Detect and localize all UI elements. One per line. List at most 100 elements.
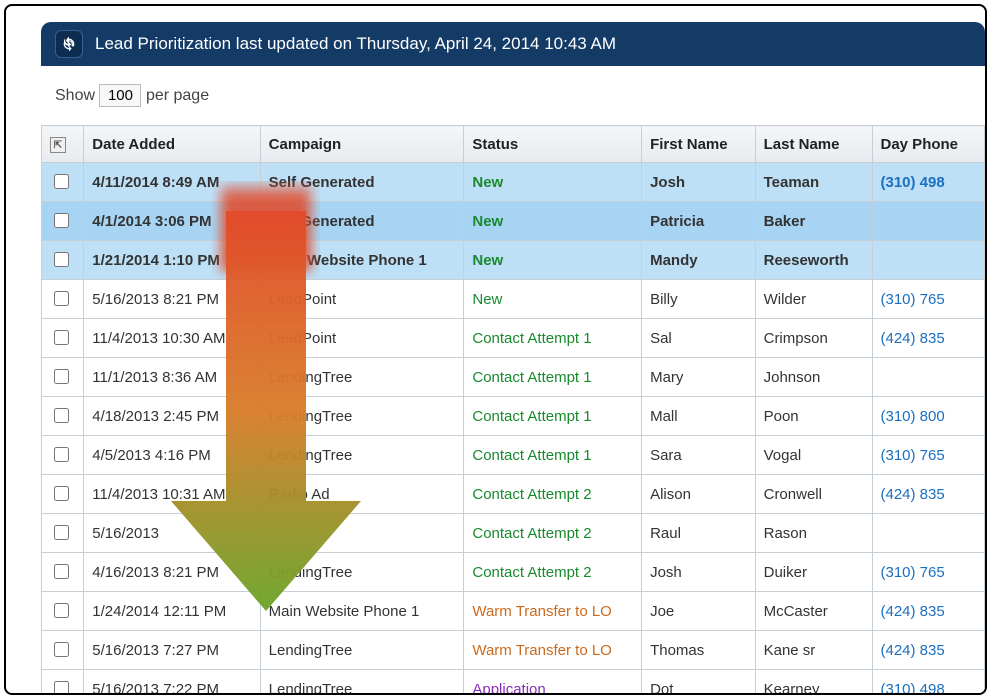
phone-link[interactable]: (424) 835 [881, 603, 945, 620]
cell-status: Contact Attempt 2 [464, 475, 642, 514]
cell-campaign: Self Generated [260, 202, 464, 241]
col-campaign[interactable]: Campaign [260, 126, 464, 163]
row-checkbox-cell [42, 163, 84, 202]
cell-date-added: 1/24/2014 12:11 PM [84, 592, 260, 631]
cell-date-added: 11/4/2013 10:30 AM [84, 319, 260, 358]
cell-date-added: 5/16/2013 7:22 PM [84, 670, 260, 696]
cell-day-phone: (424) 835 [872, 475, 985, 514]
phone-link[interactable]: (310) 765 [881, 447, 945, 464]
row-checkbox[interactable] [54, 525, 69, 540]
table-row[interactable]: 5/16/2013 7:27 PMLendingTreeWarm Transfe… [42, 631, 985, 670]
row-checkbox-cell [42, 592, 84, 631]
cell-last-name: Wilder [755, 280, 872, 319]
cell-status: Warm Transfer to LO [464, 631, 642, 670]
row-checkbox[interactable] [54, 408, 69, 423]
row-checkbox-cell [42, 202, 84, 241]
table-row[interactable]: 4/5/2013 4:16 PMLendingTreeContact Attem… [42, 436, 985, 475]
cell-day-phone: (424) 835 [872, 631, 985, 670]
cell-last-name: Poon [755, 397, 872, 436]
table-row[interactable]: 5/16/2013 8:21 PMLeadPointNewBillyWilder… [42, 280, 985, 319]
phone-link[interactable]: (424) 835 [881, 330, 945, 347]
table-row[interactable]: 5/16/2013Contact Attempt 2RaulRason [42, 514, 985, 553]
cell-day-phone: (424) 835 [872, 592, 985, 631]
table-row[interactable]: 4/11/2014 8:49 AMSelf GeneratedNewJoshTe… [42, 163, 985, 202]
refresh-button[interactable] [55, 30, 83, 58]
cell-first-name: Josh [642, 163, 756, 202]
cell-status: Contact Attempt 1 [464, 358, 642, 397]
table-row[interactable]: 4/18/2013 2:45 PMLendingTreeContact Atte… [42, 397, 985, 436]
cell-first-name: Patricia [642, 202, 756, 241]
phone-link[interactable]: (310) 498 [881, 681, 945, 696]
cell-date-added: 11/4/2013 10:31 AM [84, 475, 260, 514]
row-checkbox-cell [42, 436, 84, 475]
cell-last-name: Teaman [755, 163, 872, 202]
col-first-name[interactable]: First Name [642, 126, 756, 163]
row-checkbox[interactable] [54, 291, 69, 306]
table-row[interactable]: 4/16/2013 8:21 PMLendingTreeContact Atte… [42, 553, 985, 592]
phone-link[interactable]: (310) 498 [881, 174, 945, 191]
col-date-added[interactable]: Date Added [84, 126, 260, 163]
row-checkbox[interactable] [54, 681, 69, 695]
phone-link[interactable]: (310) 800 [881, 408, 945, 425]
row-checkbox[interactable] [54, 447, 69, 462]
row-checkbox[interactable] [54, 564, 69, 579]
per-page-input[interactable] [99, 84, 141, 107]
row-checkbox[interactable] [54, 213, 69, 228]
cell-status: Contact Attempt 2 [464, 553, 642, 592]
expand-column-header[interactable]: ⇱ [42, 126, 84, 163]
cell-status: Application [464, 670, 642, 696]
table-row[interactable]: 5/16/2013 7:22 PMLendingTreeApplicationD… [42, 670, 985, 696]
cell-day-phone [872, 241, 985, 280]
table-row[interactable]: 11/1/2013 8:36 AMLendingTreeContact Atte… [42, 358, 985, 397]
row-checkbox[interactable] [54, 369, 69, 384]
row-checkbox-cell [42, 397, 84, 436]
cell-campaign: Main Website Phone 1 [260, 592, 464, 631]
cell-campaign [260, 514, 464, 553]
cell-last-name: Crimpson [755, 319, 872, 358]
cell-status: New [464, 163, 642, 202]
row-checkbox-cell [42, 475, 84, 514]
table-row[interactable]: 11/4/2013 10:31 AMRadio AdContact Attemp… [42, 475, 985, 514]
row-checkbox[interactable] [54, 330, 69, 345]
cell-day-phone: (310) 765 [872, 436, 985, 475]
cell-first-name: Thomas [642, 631, 756, 670]
row-checkbox[interactable] [54, 174, 69, 189]
cell-last-name: Johnson [755, 358, 872, 397]
cell-status: Contact Attempt 1 [464, 397, 642, 436]
row-checkbox[interactable] [54, 603, 69, 618]
row-checkbox-cell [42, 241, 84, 280]
row-checkbox-cell [42, 319, 84, 358]
banner-text: Lead Prioritization last updated on Thur… [95, 34, 616, 54]
phone-link[interactable]: (310) 765 [881, 564, 945, 581]
phone-link[interactable]: (424) 835 [881, 486, 945, 503]
cell-last-name: Baker [755, 202, 872, 241]
cell-last-name: Reeseworth [755, 241, 872, 280]
cell-day-phone: (310) 498 [872, 670, 985, 696]
row-checkbox[interactable] [54, 252, 69, 267]
phone-link[interactable]: (310) 765 [881, 291, 945, 308]
row-checkbox-cell [42, 514, 84, 553]
cell-first-name: Josh [642, 553, 756, 592]
row-checkbox-cell [42, 280, 84, 319]
col-status[interactable]: Status [464, 126, 642, 163]
cell-campaign: LendingTree [260, 436, 464, 475]
cell-date-added: 4/18/2013 2:45 PM [84, 397, 260, 436]
cell-first-name: Sal [642, 319, 756, 358]
cell-date-added: 4/5/2013 4:16 PM [84, 436, 260, 475]
table-row[interactable]: 1/21/2014 1:10 PMMain Website Phone 1New… [42, 241, 985, 280]
col-last-name[interactable]: Last Name [755, 126, 872, 163]
row-checkbox[interactable] [54, 642, 69, 657]
cell-last-name: Kane sr [755, 631, 872, 670]
cell-campaign: LendingTree [260, 397, 464, 436]
table-row[interactable]: 4/1/2014 3:06 PMSelf GeneratedNewPatrici… [42, 202, 985, 241]
row-checkbox-cell [42, 358, 84, 397]
cell-status: Warm Transfer to LO [464, 592, 642, 631]
table-row[interactable]: 1/24/2014 12:11 PMMain Website Phone 1Wa… [42, 592, 985, 631]
phone-link[interactable]: (424) 835 [881, 642, 945, 659]
col-day-phone[interactable]: Day Phone [872, 126, 985, 163]
cell-campaign: Main Website Phone 1 [260, 241, 464, 280]
table-row[interactable]: 11/4/2013 10:30 AMLeadPointContact Attem… [42, 319, 985, 358]
cell-first-name: Billy [642, 280, 756, 319]
row-checkbox[interactable] [54, 486, 69, 501]
cell-first-name: Joe [642, 592, 756, 631]
